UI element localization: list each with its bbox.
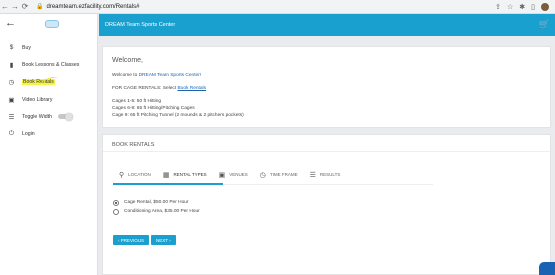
toggle-width-switch[interactable]	[58, 112, 73, 121]
sidebar-item-buy[interactable]: $ Buy	[0, 39, 97, 56]
clock-icon: ◷	[8, 79, 15, 87]
forward-arrow-icon[interactable]: →	[10, 2, 20, 11]
chat-widget-icon[interactable]	[539, 262, 555, 275]
tab-label: RESULTS	[319, 172, 341, 177]
welcome-heading: Welcome,	[112, 57, 143, 64]
book-rentals-heading: BOOK RENTALS	[103, 135, 550, 152]
url-text: dreamteam.ezfacility.com/Rentals#	[46, 3, 140, 10]
list-icon: ☰	[309, 171, 316, 179]
cage-line: Cages 1-5: 50 ft Hitting	[112, 99, 162, 104]
star-icon[interactable]: ☆	[507, 3, 513, 11]
tab-label: RENTAL TYPES	[173, 172, 207, 177]
share-icon[interactable]: ⇪	[495, 3, 501, 11]
sidebar: ← $ Buy ▮ Book Lessons & Classes ◷ Book …	[0, 14, 98, 275]
rental-option-conditioning[interactable]: Conditioning Area, $35.00 Per Hour	[113, 207, 200, 216]
tab-label: TIME FRAME	[269, 172, 298, 177]
option-label: Cage Rental, $50.00 Per Hour	[124, 200, 189, 205]
browser-toolbar: ← → ⟳ 🔒 dreamteam.ezfacility.com/Rentals…	[0, 0, 555, 14]
sidebar-item-label: Toggle Width	[22, 113, 52, 120]
power-icon: ⏻	[8, 130, 15, 138]
option-label: Conditioning Area, $35.00 Per Hour	[124, 209, 200, 214]
book-rentals-link[interactable]: Book Rentals	[177, 86, 206, 91]
sidepanel-icon[interactable]: ▯	[531, 3, 535, 11]
book-icon: ▮	[9, 61, 14, 69]
sidebar-item-login[interactable]: ⏻ Login	[0, 125, 97, 142]
sidebar-item-book-rentals[interactable]: ◷ Book Rentals	[0, 74, 97, 91]
location-pin-icon: ⚲	[119, 171, 125, 179]
address-bar[interactable]: 🔒 dreamteam.ezfacility.com/Rentals#	[36, 2, 456, 12]
toggle-width-icon: ☰	[8, 113, 15, 121]
calendar-icon: ▦	[162, 171, 170, 179]
cage-line: Cages 6-8: 65 ft Hitting/Pitching Cages	[112, 106, 195, 111]
welcome-line: Welcome to DREAM Team Sports Center!	[112, 72, 541, 79]
tab-venues[interactable]: ▣ VENUES	[213, 167, 254, 182]
cage-line: Cage 9: 65 ft Pitching Tunnel (2 mounds …	[112, 113, 244, 118]
sidebar-item-label: Login	[22, 131, 35, 138]
tab-label: LOCATION	[128, 172, 151, 177]
tab-results[interactable]: ☰ RESULTS	[304, 167, 347, 182]
active-tab-indicator	[113, 183, 223, 185]
previous-button[interactable]: ‹ PREVIOUS	[113, 235, 150, 245]
profile-avatar[interactable]	[541, 2, 549, 11]
instruction-prefix: FOR CAGE RENTALS: Select	[112, 86, 178, 91]
sidebar-header: ←	[0, 14, 97, 37]
clock-icon: ◷	[259, 171, 266, 179]
sidebar-item-video-library[interactable]: ▣ Video Library	[0, 91, 97, 108]
team-name: DREAM Team Sports Center!	[138, 73, 202, 78]
cage-rentals-instruction: FOR CAGE RENTALS: Select Book Rentals	[112, 85, 541, 92]
top-bar: DREAM Team Sports Center 🛒	[99, 14, 555, 36]
welcome-prefix: Welcome to	[112, 73, 139, 78]
video-library-icon: ▣	[8, 96, 15, 104]
rental-type-options: Cage Rental, $50.00 Per Hour Conditionin…	[113, 198, 200, 216]
sidebar-item-toggle-width[interactable]: ☰ Toggle Width	[0, 108, 97, 125]
tab-time-frame[interactable]: ◷ TIME FRAME	[254, 167, 304, 182]
book-rentals-card: BOOK RENTALS ⚲ LOCATION ▦ RENTAL TYPES ▣…	[102, 134, 551, 275]
radio-button[interactable]	[113, 208, 119, 215]
sidebar-item-label: Video Library	[22, 96, 53, 103]
lock-icon: 🔒	[36, 4, 44, 10]
dollar-icon: $	[9, 44, 14, 52]
sidebar-item-book-lessons[interactable]: ▮ Book Lessons & Classes	[0, 56, 97, 73]
next-button[interactable]: NEXT ›	[151, 235, 176, 245]
back-arrow-icon[interactable]: ←	[5, 17, 16, 29]
tab-rental-types[interactable]: ▦ RENTAL TYPES	[157, 167, 213, 182]
sidebar-item-label: Book Lessons & Classes	[22, 61, 80, 68]
extensions-icon[interactable]: ✱	[519, 3, 525, 11]
logo[interactable]	[45, 20, 59, 28]
cart-icon[interactable]: 🛒	[539, 19, 550, 30]
venue-icon: ▣	[218, 171, 226, 179]
radio-button[interactable]	[113, 199, 119, 206]
site-title[interactable]: DREAM Team Sports Center	[105, 22, 175, 28]
tab-location[interactable]: ⚲ LOCATION	[113, 167, 157, 182]
welcome-card: Welcome, Welcome to DREAM Team Sports Ce…	[102, 46, 551, 128]
sidebar-menu: $ Buy ▮ Book Lessons & Classes ◷ Book Re…	[0, 39, 97, 143]
tab-label: VENUES	[229, 172, 248, 177]
back-arrow-icon[interactable]: ←	[0, 2, 10, 11]
rental-option-cage[interactable]: Cage Rental, $50.00 Per Hour	[113, 198, 200, 207]
wizard-nav: ‹ PREVIOUS NEXT ›	[113, 235, 176, 245]
sidebar-item-label: Buy	[22, 44, 31, 51]
reload-icon[interactable]: ⟳	[20, 2, 30, 11]
